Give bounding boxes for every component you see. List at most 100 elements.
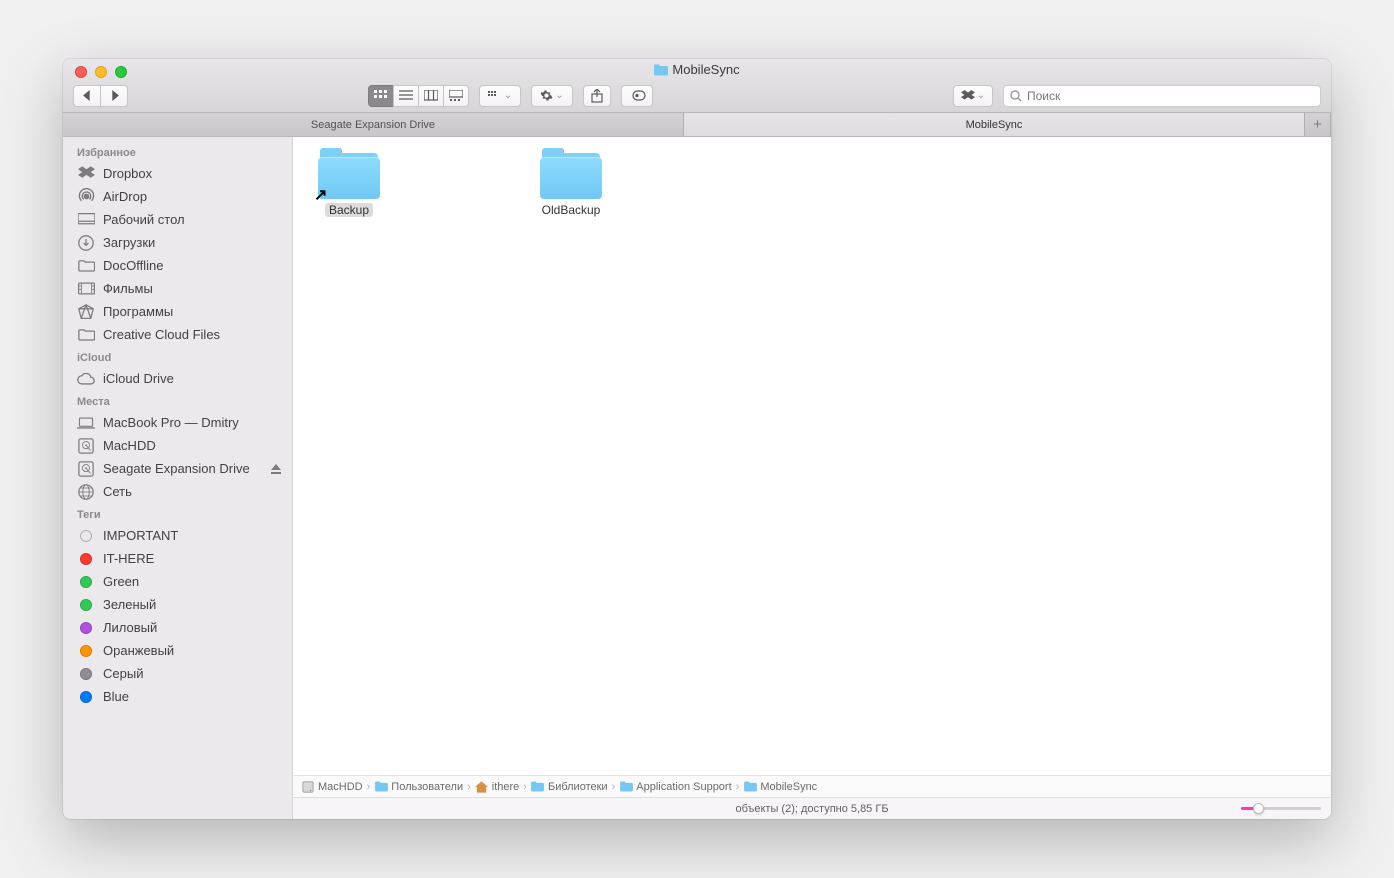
search-input[interactable]: [1027, 89, 1314, 103]
alias-badge-icon: ↗: [314, 185, 327, 205]
tab-mobilesync[interactable]: MobileSync: [684, 113, 1305, 136]
sidebar-item[interactable]: DocOffline: [63, 254, 292, 277]
sidebar-item[interactable]: IMPORTANT: [63, 524, 292, 547]
folder-item[interactable]: OldBackup: [525, 151, 617, 217]
hdd-icon: [77, 437, 95, 455]
tab-label: Seagate Expansion Drive: [311, 119, 435, 131]
sidebar-item[interactable]: Blue: [63, 685, 292, 708]
sidebar-item-label: iCloud Drive: [103, 371, 174, 386]
path-crumb[interactable]: Application Support: [619, 780, 731, 794]
sidebar-item[interactable]: Зеленый: [63, 593, 292, 616]
sidebar-item[interactable]: AirDrop: [63, 185, 292, 208]
file-grid[interactable]: ↗Backup OldBackup: [293, 137, 1331, 775]
desktop-icon: [77, 211, 95, 229]
tag-icon: [77, 688, 95, 706]
arrange-button[interactable]: ⌄: [479, 85, 521, 107]
forward-button[interactable]: [100, 85, 128, 107]
downloads-icon: [77, 234, 95, 252]
sidebar-item-label: Рабочий стол: [103, 212, 185, 227]
list-view-button[interactable]: [393, 85, 419, 107]
sidebar-section-header: iCloud: [63, 346, 292, 367]
path-crumb[interactable]: Библиотеки: [531, 780, 608, 794]
sidebar-item-label: Blue: [103, 689, 129, 704]
sidebar-item[interactable]: iCloud Drive: [63, 367, 292, 390]
sidebar-item[interactable]: MacBook Pro — Dmitry: [63, 411, 292, 434]
path-label: ithere: [492, 781, 520, 793]
folder-label: OldBackup: [542, 203, 601, 217]
sidebar-item[interactable]: Программы: [63, 300, 292, 323]
path-label: Application Support: [636, 781, 731, 793]
sidebar-item-label: Seagate Expansion Drive: [103, 461, 250, 476]
cloud-icon: [77, 370, 95, 388]
sidebar-item[interactable]: Загрузки: [63, 231, 292, 254]
search-field[interactable]: [1003, 85, 1321, 107]
tab-seagate[interactable]: Seagate Expansion Drive: [63, 113, 684, 136]
folder-icon: [743, 780, 757, 794]
laptop-icon: [77, 414, 95, 432]
path-crumb[interactable]: ithere: [475, 780, 520, 794]
close-button[interactable]: [75, 66, 87, 78]
sidebar-item-label: Creative Cloud Files: [103, 327, 220, 342]
folder-icon: [77, 257, 95, 275]
share-button[interactable]: [583, 85, 611, 107]
sidebar-item[interactable]: Оранжевый: [63, 639, 292, 662]
new-tab-button[interactable]: +: [1305, 113, 1331, 136]
path-crumb[interactable]: Пользователи: [374, 780, 463, 794]
sidebar-item[interactable]: Серый: [63, 662, 292, 685]
network-icon: [77, 483, 95, 501]
sidebar-item-label: AirDrop: [103, 189, 147, 204]
title-text: MobileSync: [672, 62, 739, 77]
dropbox-button[interactable]: ⌄: [953, 85, 993, 107]
sidebar-item-label: Dropbox: [103, 166, 152, 181]
tag-icon: [77, 550, 95, 568]
toolbar: ⌄ ⌄ ⌄: [63, 80, 1331, 112]
back-button[interactable]: [73, 85, 101, 107]
sidebar-item[interactable]: Dropbox: [63, 162, 292, 185]
sidebar-item[interactable]: Creative Cloud Files: [63, 323, 292, 346]
sidebar-item[interactable]: IT-HERE: [63, 547, 292, 570]
tag-icon: [77, 596, 95, 614]
body: ИзбранноеDropboxAirDropРабочий столЗагру…: [63, 137, 1331, 819]
minimize-button[interactable]: [95, 66, 107, 78]
sidebar-item[interactable]: MacHDD: [63, 434, 292, 457]
icon-view-button[interactable]: [368, 85, 394, 107]
gallery-view-button[interactable]: [443, 85, 469, 107]
folder-icon: ↗: [318, 151, 380, 199]
folder-item[interactable]: ↗Backup: [303, 151, 395, 217]
path-bar: MacHDD›Пользователи›ithere›Библиотеки›Ap…: [293, 775, 1331, 797]
path-crumb[interactable]: MobileSync: [743, 780, 817, 794]
tag-icon: [77, 665, 95, 683]
sidebar-item[interactable]: Seagate Expansion Drive: [63, 457, 292, 480]
sidebar-section-header: Теги: [63, 503, 292, 524]
sidebar-item-label: Программы: [103, 304, 173, 319]
tag-icon: [77, 642, 95, 660]
tag-icon: [77, 527, 95, 545]
eject-icon[interactable]: [270, 463, 282, 475]
action-button[interactable]: ⌄: [531, 85, 573, 107]
sidebar-item-label: Зеленый: [103, 597, 156, 612]
content-area: ↗BackupOldBackup MacHDD›Пользователи›ith…: [293, 137, 1331, 819]
column-view-button[interactable]: [418, 85, 444, 107]
sidebar-item[interactable]: Сеть: [63, 480, 292, 503]
zoom-slider[interactable]: [1241, 807, 1321, 810]
home-icon: [475, 780, 489, 794]
titlebar: MobileSync: [63, 59, 1331, 113]
sidebar-item[interactable]: Green: [63, 570, 292, 593]
tags-button[interactable]: [621, 85, 653, 107]
chevron-right-icon: ›: [367, 781, 371, 793]
sidebar-item[interactable]: Лиловый: [63, 616, 292, 639]
sidebar-item[interactable]: Фильмы: [63, 277, 292, 300]
apps-icon: [77, 303, 95, 321]
sidebar-item[interactable]: Рабочий стол: [63, 208, 292, 231]
hdd-icon: [77, 460, 95, 478]
nav-buttons: [73, 85, 128, 107]
status-bar: объекты (2); доступно 5,85 ГБ: [293, 797, 1331, 819]
zoom-button[interactable]: [115, 66, 127, 78]
chevron-right-icon: ›: [612, 781, 616, 793]
view-mode-segment: [368, 85, 469, 107]
window-controls: [75, 66, 127, 78]
movies-icon: [77, 280, 95, 298]
sidebar-item-label: IT-HERE: [103, 551, 154, 566]
sidebar-item-label: MacBook Pro — Dmitry: [103, 415, 239, 430]
path-crumb[interactable]: MacHDD: [301, 780, 363, 794]
